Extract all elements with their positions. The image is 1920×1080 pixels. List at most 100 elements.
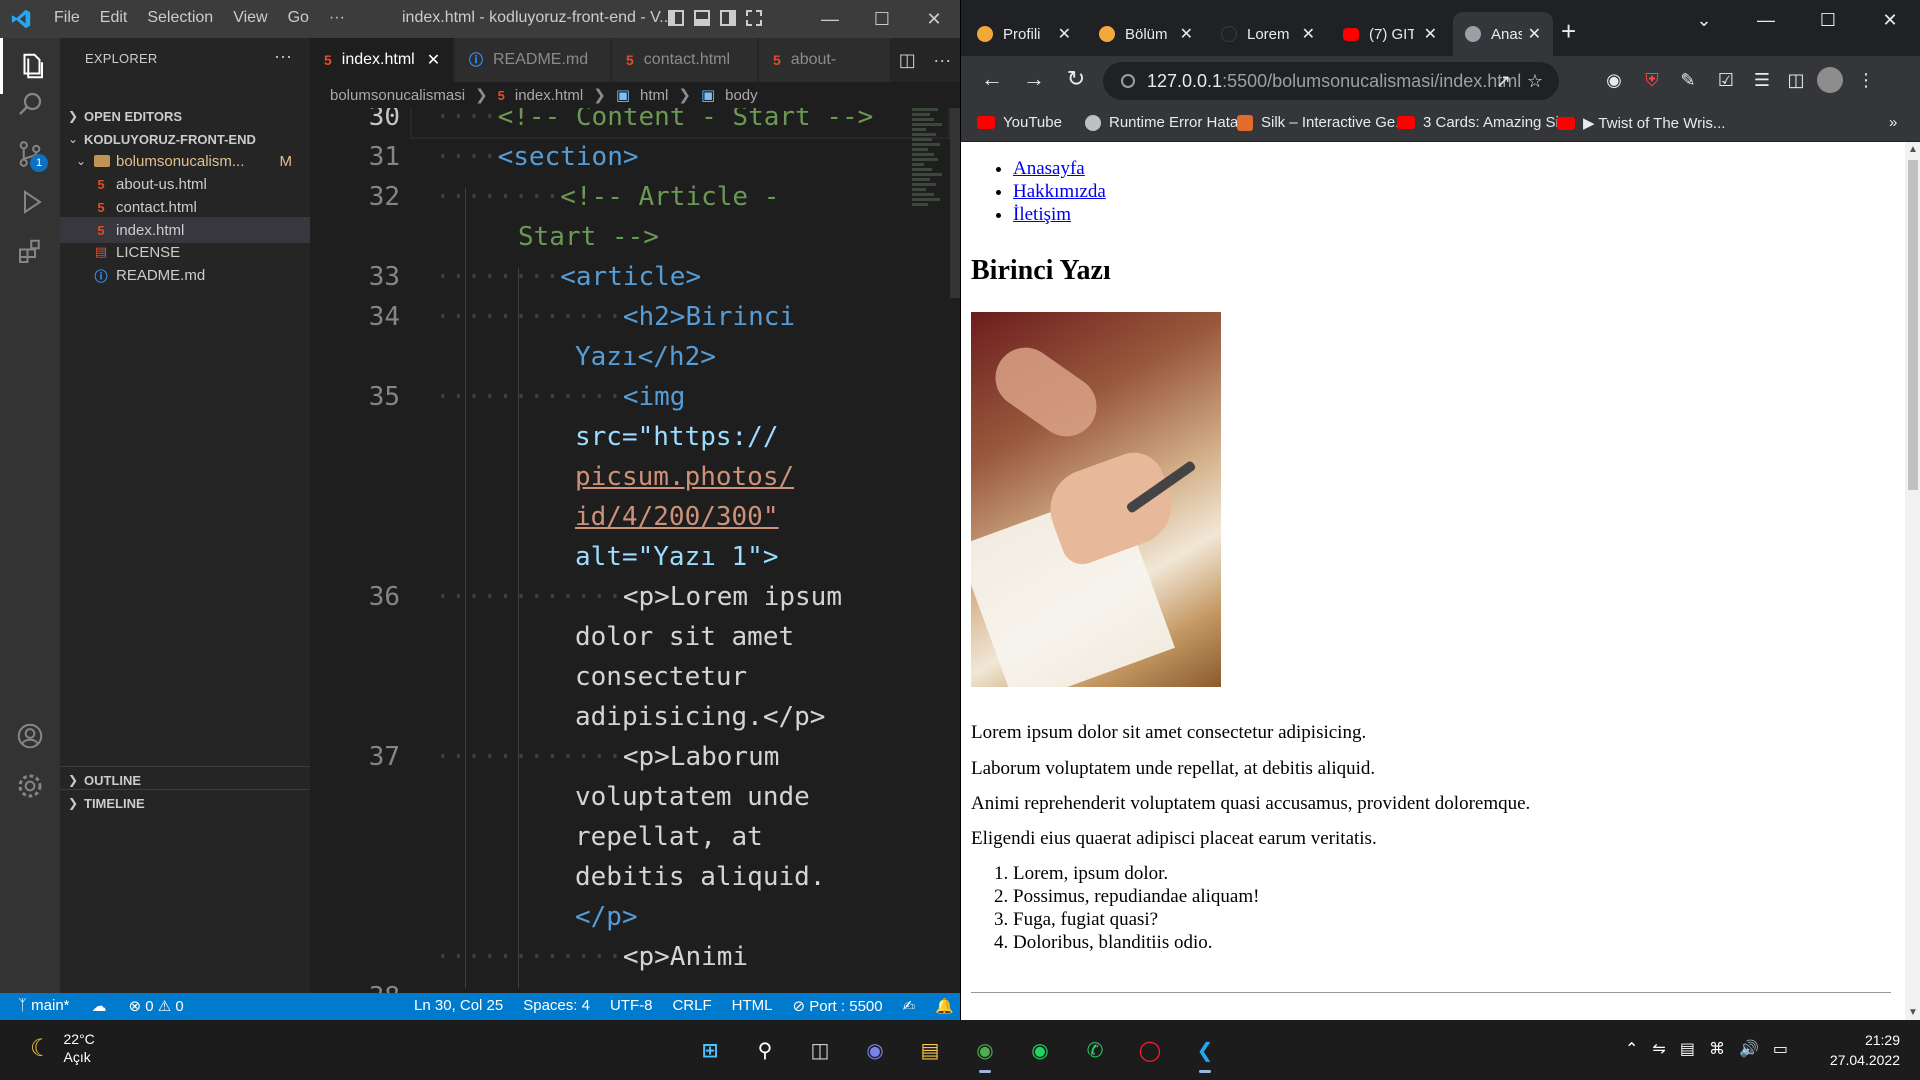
search-icon[interactable]: ⚲ [747,1032,783,1068]
chrome-tab-3[interactable]: Lorem ✕ [1209,12,1327,56]
toggle-sidebar-icon[interactable] [668,10,684,26]
breadcrumb-file[interactable]: index.html [515,87,583,104]
tray-meter-icon[interactable]: ▤ [1680,1039,1695,1059]
volume-icon[interactable]: 🔊 [1739,1039,1759,1059]
toggle-secondary-sidebar-icon[interactable] [720,10,736,26]
close-tab-icon[interactable]: ✕ [1180,24,1193,44]
back-arrow-icon[interactable]: ← [977,66,1007,92]
wifi-icon[interactable]: ⌘ [1709,1039,1725,1059]
maximize-button[interactable]: ☐ [1797,0,1859,40]
accounts-icon[interactable] [0,708,60,764]
close-tab-icon[interactable]: ✕ [1528,24,1541,44]
clock[interactable]: 21:29 27.04.2022 [1820,1030,1900,1070]
nav-link-home[interactable]: Anasayfa [1013,158,1085,179]
tab-search-icon[interactable]: ⌄ [1673,0,1735,40]
extensions-puzzle-icon[interactable]: ☑ [1713,67,1739,93]
extension-circle-icon[interactable]: ◉ [1601,67,1627,93]
chrome-tab-2[interactable]: Bölüm ✕ [1087,12,1205,56]
settings-gear-icon[interactable] [0,758,60,814]
menu-selection[interactable]: Selection [147,9,213,27]
code-editor[interactable]: 29 30 31 32 33 34 35 36 37 38 ····<!-- C… [310,108,960,993]
task-view-icon[interactable]: ◫ [802,1032,838,1068]
forward-arrow-icon[interactable]: → [1019,66,1049,92]
cursor-position[interactable]: Ln 30, Col 25 [414,997,503,1015]
file-row-readme[interactable]: ⓘ README.md [60,262,310,288]
breadcrumb-folder[interactable]: bolumsonucalismasi [330,87,465,104]
bookmark-star-icon[interactable]: ☆ [1527,71,1543,92]
language-mode[interactable]: HTML [732,997,773,1015]
chrome-tab-4[interactable]: (7) GIT ✕ [1331,12,1449,56]
address-bar[interactable]: 127.0.0.1:5500/bolumsonucalismasi/index.… [1103,62,1559,100]
tray-app-icon[interactable]: ⇋ [1652,1039,1665,1059]
chrome-tab-1[interactable]: Profili ✕ [965,12,1083,56]
minimize-button[interactable]: — [804,0,856,38]
weather-widget[interactable]: ☾ 22°C Açık [30,1030,95,1066]
menu-file[interactable]: File [54,9,80,27]
scrollbar-thumb[interactable] [1908,160,1918,490]
sync-icon[interactable]: ☁ [92,997,107,1015]
chrome-taskbar-icon[interactable]: ◉ [967,1032,1003,1073]
close-tab-icon[interactable]: ✕ [1058,24,1071,44]
editor-more-icon[interactable]: ··· [933,50,951,71]
extensions-icon[interactable] [0,224,60,280]
chat-teams-icon[interactable]: ◉ [857,1032,893,1068]
new-tab-button[interactable]: + [1561,16,1576,47]
run-debug-icon[interactable] [0,174,60,230]
side-panel-icon[interactable]: ◫ [1783,67,1809,93]
line-ending[interactable]: CRLF [672,997,711,1015]
search-icon[interactable] [0,76,60,132]
bookmark-twist[interactable]: ▶ Twist of The Wris... [1557,114,1725,132]
bookmark-silk[interactable]: Silk – Interactive Ge... [1237,114,1408,131]
close-button[interactable]: ✕ [908,0,960,38]
breadcrumb-body[interactable]: body [725,87,758,104]
bookmark-3-cards[interactable]: 3 Cards: Amazing Si... [1397,114,1571,131]
site-info-icon[interactable] [1121,74,1135,88]
split-editor-icon[interactable]: ◫ [899,50,916,71]
encoding[interactable]: UTF-8 [610,997,653,1015]
bookmark-runtime-error[interactable]: Runtime Error Hata... [1085,114,1251,131]
menu-more[interactable]: ··· [329,9,345,27]
tab-about[interactable]: 5 about- [759,38,899,82]
editor-scrollbar[interactable] [950,108,960,298]
minimize-button[interactable]: — [1735,0,1797,40]
nav-link-about[interactable]: Hakkımızda [1013,181,1106,202]
battery-icon[interactable]: ▭ [1773,1039,1788,1059]
tab-readme[interactable]: ⓘ README.md [455,38,611,82]
bookmark-youtube[interactable]: YouTube [977,114,1062,131]
whatsapp-icon[interactable]: ✆ [1077,1032,1113,1068]
explorer-more-icon[interactable]: ··· [274,46,292,67]
file-explorer-icon[interactable]: ▤ [912,1032,948,1068]
close-button[interactable]: ✕ [1859,0,1920,40]
media-queue-icon[interactable]: ☰ [1749,67,1775,93]
tab-index-html[interactable]: 5 index.html ✕ [310,38,454,82]
notifications-bell-icon[interactable]: 🔔 [935,997,954,1015]
breadcrumb-html[interactable]: html [640,87,668,104]
minimap[interactable] [912,108,948,518]
maximize-button[interactable]: ☐ [856,0,908,38]
chrome-tab-active[interactable]: Anasa ✕ [1453,12,1553,56]
customize-layout-icon[interactable] [746,10,762,26]
page-scrollbar[interactable]: ▲ ▼ [1905,142,1920,1020]
reload-icon[interactable]: ↻ [1061,66,1091,92]
toggle-panel-icon[interactable] [694,10,710,26]
scroll-up-icon[interactable]: ▲ [1905,144,1920,155]
profile-avatar[interactable] [1817,67,1843,93]
vscode-taskbar-icon[interactable]: ❮ [1187,1032,1223,1073]
chrome-menu-icon[interactable]: ⋮ [1853,67,1879,93]
opera-icon[interactable]: ◯ [1132,1032,1168,1068]
indentation[interactable]: Spaces: 4 [523,997,590,1015]
color-picker-icon[interactable]: ✎ [1675,67,1701,93]
timeline-section[interactable]: ❯ TIMELINE [60,790,310,816]
scroll-down-icon[interactable]: ▼ [1905,1007,1920,1018]
menu-view[interactable]: View [233,9,267,27]
nav-link-contact[interactable]: İletişim [1013,204,1071,225]
ublock-icon[interactable]: ⛨ [1639,67,1665,93]
tab-contact[interactable]: 5 contact.html [612,38,758,82]
menu-edit[interactable]: Edit [100,9,128,27]
live-server-status[interactable]: ⊘ Port : 5500 [792,997,882,1015]
close-tab-icon[interactable]: ✕ [427,50,440,70]
spotify-icon[interactable]: ◉ [1022,1032,1058,1068]
feedback-icon[interactable]: ✍ [903,997,916,1015]
bookmarks-overflow[interactable]: » [1889,114,1897,131]
branch-status[interactable]: ᛉ main* [18,997,70,1015]
